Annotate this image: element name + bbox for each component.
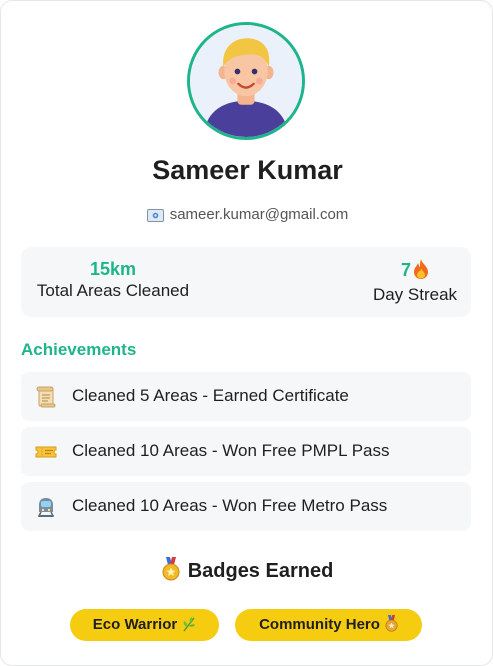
streak-value-row: 7 — [369, 259, 461, 284]
email-text: sameer.kumar@gmail.com — [169, 206, 349, 223]
areas-cleaned-value: 15km — [89, 259, 137, 279]
areas-cleaned-label: Total Areas Cleaned — [36, 281, 190, 300]
achievement-label: Cleaned 5 Areas - Earned Certificate — [72, 386, 349, 405]
email-row: sameer.kumar@gmail.com — [1, 206, 493, 226]
badge-eco-warrior: Eco Warrior — [70, 609, 219, 641]
profile-name: Sameer Kumar — [152, 155, 343, 185]
metro-icon — [35, 496, 57, 518]
medal-icon — [385, 612, 398, 644]
badges-title: Badges Earned — [187, 560, 334, 582]
achievement-item: Cleaned 10 Areas - Won Free Metro Pass — [21, 482, 471, 531]
achievement-label: Cleaned 10 Areas - Won Free Metro Pass — [72, 496, 388, 515]
badges-title-row: Badges Earned — [1, 557, 493, 587]
badge-label: Community Hero — [259, 616, 380, 633]
stats-panel: 15km Total Areas Cleaned 7 Day Streak — [21, 247, 471, 317]
achievement-item: Cleaned 5 Areas - Earned Certificate — [21, 372, 471, 421]
stat-day-streak: 7 Day Streak — [369, 259, 461, 306]
achievement-item: Cleaned 10 Areas - Won Free PMPL Pass — [21, 427, 471, 476]
streak-value: 7 — [400, 260, 411, 280]
envelope-icon — [146, 209, 164, 226]
profile-card: Sameer Kumar sameer.kumar@gmail.com 15km… — [0, 0, 493, 666]
fire-icon — [413, 259, 429, 284]
scroll-icon — [35, 386, 57, 408]
achievements-title: Achievements — [21, 340, 137, 359]
badge-community-hero: Community Hero — [235, 609, 422, 641]
badge-label: Eco Warrior — [92, 616, 178, 633]
medal-icon — [162, 557, 180, 587]
ticket-icon — [35, 441, 57, 463]
avatar — [187, 22, 305, 140]
herb-icon — [182, 612, 196, 644]
stat-areas-cleaned: 15km Total Areas Cleaned — [33, 259, 193, 302]
avatar-illustration — [190, 25, 302, 137]
day-streak-label: Day Streak — [372, 285, 458, 304]
achievement-label: Cleaned 10 Areas - Won Free PMPL Pass — [72, 441, 390, 460]
